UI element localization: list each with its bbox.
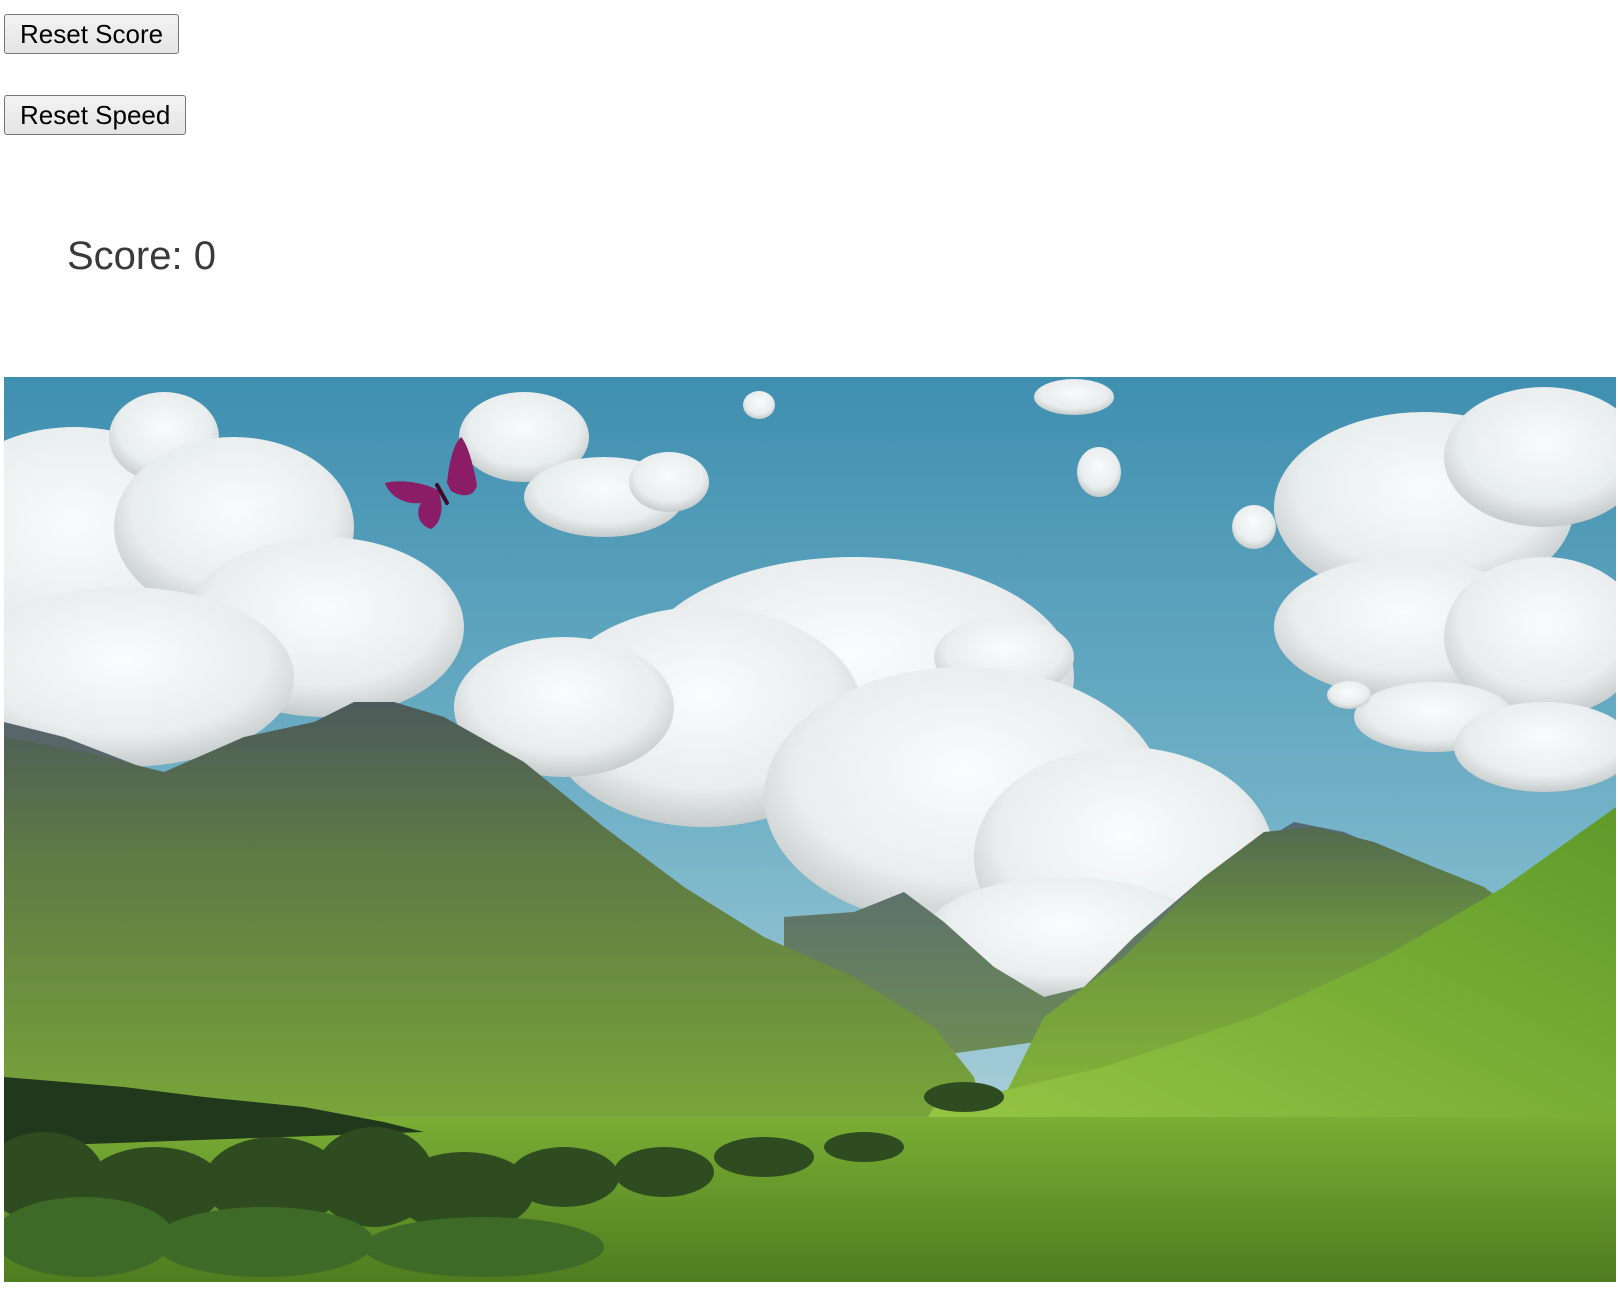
game-area[interactable] — [4, 377, 1616, 1282]
reset-score-button[interactable]: Reset Score — [4, 14, 180, 54]
score-display: Score: 0 — [67, 234, 216, 278]
landscape-background — [4, 377, 1616, 1282]
reset-speed-button[interactable]: Reset Speed — [4, 95, 187, 135]
butterfly-icon[interactable] — [379, 433, 489, 533]
